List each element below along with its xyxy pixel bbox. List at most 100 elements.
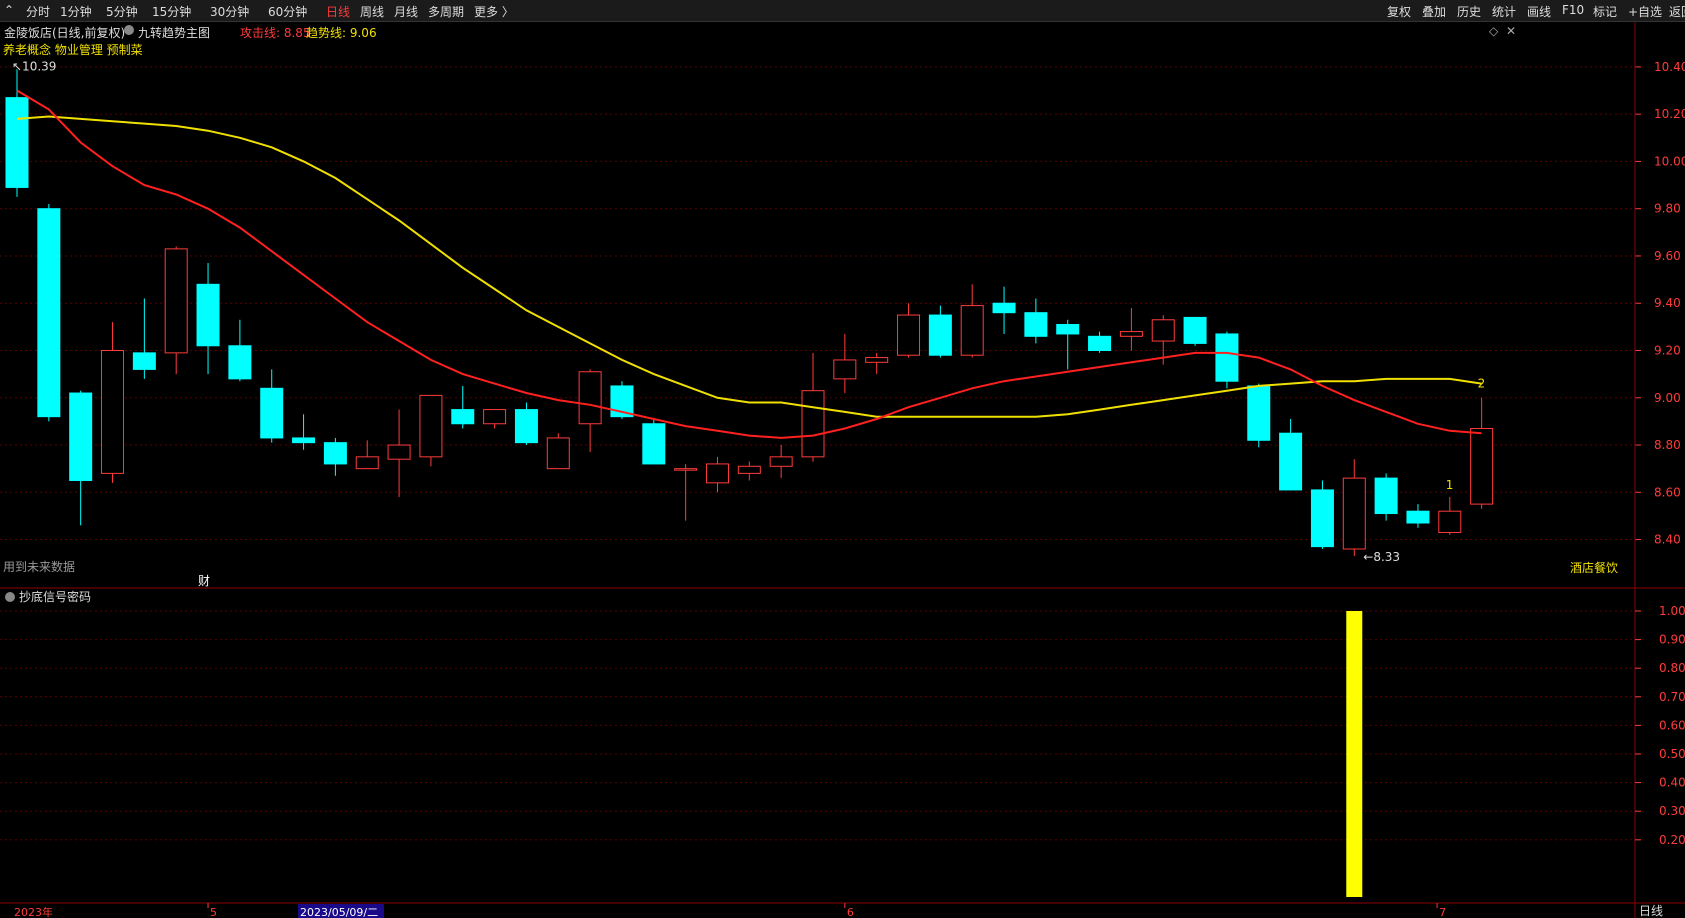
candle-body	[451, 409, 475, 425]
candle-body	[1406, 510, 1430, 524]
x-year-label: 2023年	[14, 905, 53, 918]
sub-panel-title[interactable]: 抄底信号密码	[19, 589, 91, 604]
candle-body	[1024, 312, 1048, 337]
candle	[451, 385, 475, 429]
candle	[1374, 473, 1398, 521]
candle	[514, 402, 538, 446]
y-tick-label: 9.20	[1654, 343, 1681, 357]
sub-y-tick-label: 0.70	[1659, 690, 1685, 704]
candle	[387, 409, 411, 498]
candle	[1470, 397, 1494, 509]
candle	[546, 433, 570, 470]
y-tick-label: 8.40	[1654, 533, 1681, 547]
min-price-label: ←8.33	[1363, 550, 1400, 564]
y-tick-label: 9.40	[1654, 296, 1681, 310]
candle	[1056, 319, 1080, 370]
candle	[1088, 331, 1112, 353]
finance-mark[interactable]: 财	[198, 574, 210, 588]
candle	[960, 284, 984, 358]
sub-y-tick-label: 1.00	[1659, 604, 1685, 618]
candle	[1342, 459, 1366, 557]
candle-body	[992, 302, 1016, 314]
candle	[292, 414, 316, 450]
sub-y-tick-label: 0.30	[1659, 804, 1685, 818]
y-tick-label: 10.20	[1654, 107, 1685, 121]
candle	[355, 440, 379, 470]
candle	[642, 419, 666, 465]
candle-body	[546, 437, 570, 470]
candle-body	[5, 97, 29, 188]
candle	[164, 246, 188, 375]
y-tick-label: 10.00	[1654, 154, 1685, 168]
candle-body	[260, 387, 284, 439]
candle	[37, 203, 61, 422]
candle-body	[1470, 427, 1494, 505]
candle	[228, 319, 252, 382]
sub-panel-settings-icon[interactable]	[5, 592, 15, 602]
candle-body	[1310, 489, 1334, 548]
candle	[132, 298, 156, 379]
candle-body	[928, 314, 952, 356]
candle-body	[1279, 432, 1303, 491]
sub-y-tick-label: 0.80	[1659, 661, 1685, 675]
candle-body	[1119, 331, 1143, 337]
candle-body	[292, 437, 316, 444]
candle	[705, 456, 729, 493]
candle-body	[132, 352, 156, 370]
candle	[260, 369, 284, 443]
candle-body	[1088, 335, 1112, 351]
kline-chart: 8.408.608.809.009.209.409.609.8010.0010.…	[0, 22, 1685, 918]
candle-body	[1342, 477, 1366, 550]
candle-body	[419, 394, 443, 458]
candle-body	[1438, 510, 1462, 533]
candle-body	[387, 444, 411, 460]
y-tick-label: 9.00	[1654, 391, 1681, 405]
candle	[196, 263, 220, 375]
candle-body	[228, 345, 252, 380]
concept-tags: 养老概念 物业管理 预制菜	[3, 42, 143, 57]
candle	[1279, 419, 1303, 491]
sub-y-tick-label: 0.40	[1659, 776, 1685, 790]
candle-body	[1374, 477, 1398, 515]
candle-body	[801, 390, 825, 458]
candle	[1310, 480, 1334, 550]
future-data-note: 用到未来数据	[3, 559, 75, 574]
x-month-label: 6	[847, 906, 854, 918]
candle	[769, 445, 793, 479]
candle	[483, 409, 507, 429]
candle	[865, 352, 889, 375]
candle	[1183, 316, 1207, 346]
candle	[674, 463, 698, 521]
sub-y-tick-label: 0.90	[1659, 633, 1685, 647]
candle-body	[897, 314, 921, 356]
candle-body	[355, 456, 379, 470]
x-month-label: 5	[210, 906, 217, 918]
sub-y-tick-label: 0.50	[1659, 747, 1685, 761]
candle-body	[196, 283, 220, 347]
candle-body	[101, 349, 125, 474]
candle-body	[514, 409, 538, 444]
candle-body	[705, 463, 729, 484]
candle-body	[769, 456, 793, 467]
candle	[1215, 331, 1239, 389]
candle	[5, 69, 29, 197]
nine-turn-signal-2: 2	[1478, 377, 1486, 391]
candle-body	[960, 305, 984, 356]
candle-body	[1151, 319, 1175, 342]
candle	[897, 303, 921, 358]
candle	[833, 333, 857, 394]
candle-body	[642, 423, 666, 465]
sub-y-tick-label: 0.20	[1659, 833, 1685, 847]
candle	[1438, 497, 1462, 535]
candle	[928, 305, 952, 358]
nine-turn-signal-1: 1	[1446, 478, 1454, 492]
x-month-label: 7	[1439, 906, 1446, 918]
candle	[101, 322, 125, 483]
y-tick-label: 9.60	[1654, 249, 1681, 263]
candle-body	[37, 208, 61, 418]
sub-y-tick-label: 0.60	[1659, 718, 1685, 732]
y-tick-label: 8.80	[1654, 438, 1681, 452]
candle-body	[674, 468, 698, 471]
industry-label: 酒店餐饮	[1570, 560, 1618, 575]
candle	[1024, 298, 1048, 344]
